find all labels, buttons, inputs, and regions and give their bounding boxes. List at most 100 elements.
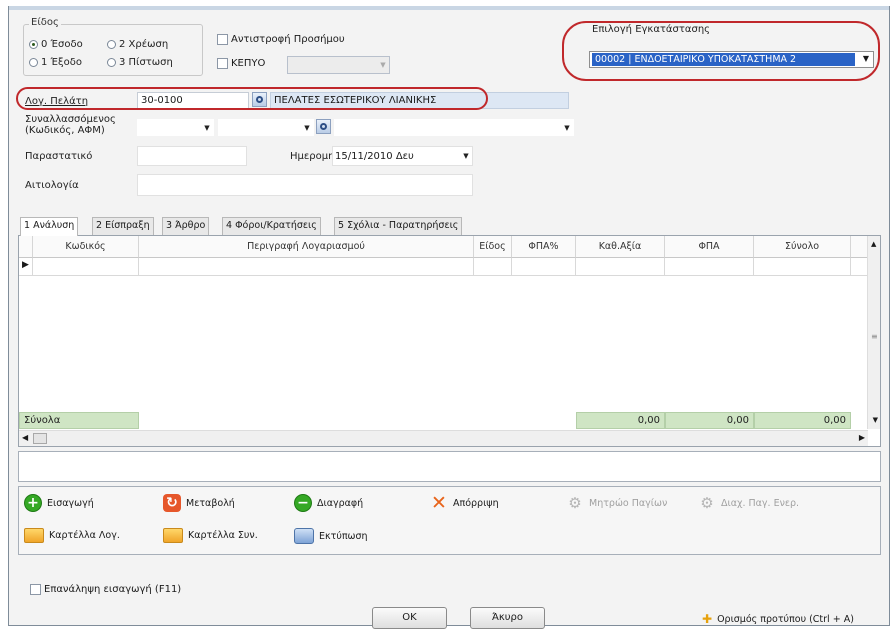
chevron-down-icon: ▼ — [564, 123, 570, 132]
column-header-extra — [851, 236, 868, 258]
printer-icon — [294, 528, 314, 544]
checkbox-box — [30, 584, 41, 595]
delete-label: Διαγραφή — [317, 497, 364, 509]
table-cell[interactable] — [512, 258, 576, 276]
template-icon: ✚ — [702, 612, 713, 626]
define-template-link[interactable]: ✚ Ορισμός προτύπου (Ctrl + A) — [702, 612, 854, 626]
counterparty-label: Συναλλασσόμενος (Κωδικός, ΑΦΜ) — [25, 114, 116, 136]
reverse-sign-checkbox[interactable]: Αντιστροφή Προσήμου — [217, 34, 345, 45]
column-header-vat-percent[interactable]: ΦΠΑ% — [512, 236, 576, 258]
table-cell[interactable] — [576, 258, 665, 276]
table-cell[interactable] — [665, 258, 754, 276]
add-icon: + — [24, 494, 42, 512]
radio-debit[interactable]: 2 Χρέωση — [107, 39, 168, 50]
radio-credit-label: 3 Πίστωση — [119, 57, 173, 68]
type-group — [23, 24, 203, 76]
chevron-down-icon: ▼ — [304, 123, 310, 132]
counterparty-search-button[interactable] — [316, 119, 331, 134]
column-header-type[interactable]: Είδος — [474, 236, 512, 258]
counterparty-card-label: Καρτέλλα Συν. — [188, 530, 258, 541]
highlight-oval-installation — [562, 21, 880, 81]
column-header-total[interactable]: Σύνολο — [754, 236, 851, 258]
folder-icon — [24, 528, 44, 543]
document-field[interactable] — [137, 146, 247, 166]
checkbox-box — [217, 58, 228, 69]
radio-indicator — [107, 58, 116, 67]
scroll-down-icon[interactable]: ▼ — [873, 416, 878, 424]
radio-selected-indicator — [29, 40, 38, 49]
grid-horizontal-scrollbar[interactable]: ◀ ▶ — [19, 430, 868, 446]
total-vat: 0,00 — [665, 412, 754, 429]
radio-income[interactable]: 0 Έσοδο — [29, 39, 83, 50]
total-net-value: 0,00 — [576, 412, 665, 429]
change-label: Μεταβολή — [186, 497, 235, 509]
repeat-entry-checkbox[interactable]: Επανάληψη εισαγωγή (F11) — [30, 584, 181, 595]
asset-disposal-label: Διαχ. Παγ. Ενερ. — [721, 497, 800, 509]
tab-collection[interactable]: 2 Είσπραξη — [92, 217, 154, 235]
gears-icon: ⚙ — [568, 493, 582, 512]
scroll-up-icon: ▲ — [871, 240, 877, 248]
date-picker[interactable]: 15/11/2010 Δευ ▼ — [332, 146, 473, 166]
date-value: 15/11/2010 Δευ — [335, 150, 414, 162]
tab-comments[interactable]: 5 Σχόλια - Παρατηρήσεις — [334, 217, 463, 235]
kepyo-select: ▼ — [287, 56, 390, 74]
radio-expense[interactable]: 1 Έξοδο — [29, 57, 82, 68]
table-cell[interactable] — [754, 258, 851, 276]
table-cell[interactable] — [33, 258, 139, 276]
change-button[interactable]: ↻ Μεταβολή — [163, 494, 235, 512]
justification-field[interactable] — [137, 174, 473, 196]
radio-expense-label: 1 Έξοδο — [41, 57, 82, 68]
tab-analysis[interactable]: 1 Ανάλυση — [20, 217, 79, 236]
account-card-button[interactable]: Καρτέλλα Λογ. — [24, 528, 120, 543]
info-strip — [18, 451, 881, 482]
type-group-title: Είδος — [29, 17, 61, 28]
radio-credit[interactable]: 3 Πίστωση — [107, 57, 173, 68]
scroll-right-icon: ▶ — [858, 433, 865, 442]
totals-label: Σύνολα — [19, 412, 139, 429]
insert-label: Εισαγωγή — [47, 497, 94, 509]
radio-debit-label: 2 Χρέωση — [119, 39, 169, 50]
insert-button[interactable]: + Εισαγωγή — [24, 494, 94, 512]
cancel-button[interactable]: Άκυρο — [470, 607, 545, 629]
tab-taxes[interactable]: 4 Φόροι/Κρατήσεις — [222, 217, 321, 235]
delete-button[interactable]: − Διαγραφή — [294, 494, 363, 512]
print-button[interactable]: Εκτύπωση — [294, 528, 368, 544]
reverse-sign-label: Αντιστροφή Προσήμου — [231, 34, 345, 45]
scroll-thumb[interactable] — [33, 433, 47, 444]
total-sum: 0,00 — [754, 412, 851, 429]
asset-disposal-button: ⚙ Διαχ. Παγ. Ενερ. — [698, 494, 799, 512]
column-header-description[interactable]: Περιγραφή Λογαριασμού — [139, 236, 474, 258]
column-header-vat[interactable]: ΦΠΑ — [665, 236, 754, 258]
account-card-label: Καρτέλλα Λογ. — [49, 530, 120, 541]
table-cell[interactable] — [139, 258, 474, 276]
counterparty-card-button[interactable]: Καρτέλλα Συν. — [163, 528, 258, 543]
scroll-grip-icon: ≡ — [871, 332, 878, 341]
highlight-oval-customer — [16, 87, 488, 110]
justification-label: Αιτιολογία — [25, 180, 79, 191]
reject-button[interactable]: ✕ Απόρριψη — [430, 491, 499, 514]
row-pointer-icon: ▶ — [22, 260, 29, 270]
grid-vertical-scrollbar[interactable]: ▲ ≡ — [867, 236, 880, 429]
scroll-left-icon: ◀ — [22, 433, 29, 442]
table-cell[interactable] — [851, 258, 868, 276]
column-header-net-value[interactable]: Καθ.Αξία — [576, 236, 665, 258]
window-top-band — [9, 6, 889, 10]
folder-icon — [163, 528, 183, 543]
chevron-down-icon: ▼ — [463, 152, 469, 160]
counterparty-code-select[interactable]: ▼ — [137, 119, 214, 136]
table-cell[interactable] — [474, 258, 512, 276]
kepyo-checkbox[interactable]: ΚΕΠΥΟ — [217, 58, 265, 69]
reject-icon: ✕ — [431, 491, 447, 514]
chevron-down-icon: ▼ — [204, 123, 210, 132]
table-row-indicator: ▶ — [19, 258, 33, 276]
print-label: Εκτύπωση — [319, 530, 368, 542]
column-header-code[interactable]: Κωδικός — [33, 236, 139, 258]
ok-button[interactable]: OK — [372, 607, 447, 629]
chevron-down-icon: ▼ — [380, 61, 386, 69]
remove-icon: − — [294, 494, 312, 512]
kepyo-label: ΚΕΠΥΟ — [231, 58, 266, 69]
tab-article[interactable]: 3 Άρθρο — [162, 217, 210, 235]
counterparty-vat-select[interactable]: ▼ — [218, 119, 314, 136]
counterparty-name-select[interactable]: ▼ — [334, 119, 574, 136]
checkbox-box — [217, 34, 228, 45]
